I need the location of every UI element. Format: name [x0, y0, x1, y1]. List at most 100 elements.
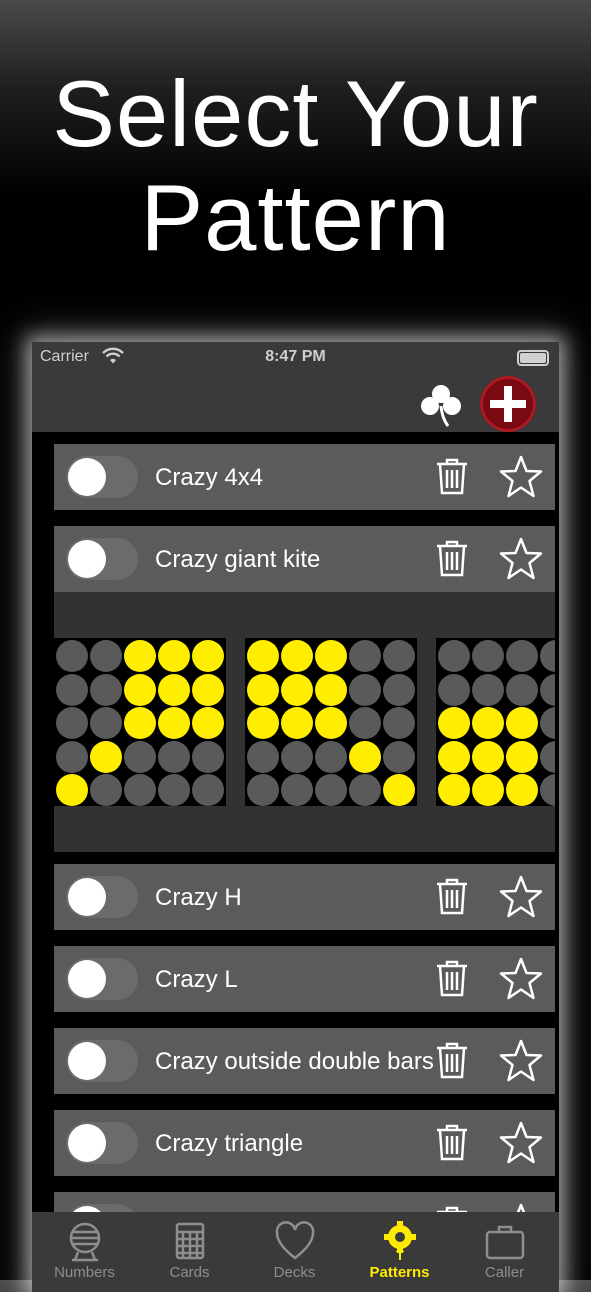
pattern-row[interactable]: Crazy giant kite	[54, 526, 555, 592]
tab-decks[interactable]: Decks	[242, 1212, 347, 1292]
tab-numbers[interactable]: Numbers	[32, 1212, 137, 1292]
unmarked-cell	[247, 740, 279, 773]
unmarked-cell	[383, 673, 415, 706]
marked-cell	[438, 740, 470, 773]
marked-cell	[315, 640, 347, 672]
trash-icon[interactable]	[434, 1040, 470, 1080]
marked-cell	[247, 640, 279, 672]
unmarked-cell	[349, 640, 381, 672]
unmarked-cell	[158, 740, 190, 773]
pattern-label: Crazy H	[155, 884, 242, 911]
pattern-toggle[interactable]	[66, 958, 138, 1000]
unmarked-cell	[540, 673, 555, 706]
tab-caller[interactable]: Caller	[452, 1212, 557, 1292]
star-icon[interactable]	[498, 1038, 544, 1084]
marked-cell	[506, 707, 538, 739]
marked-cell	[124, 640, 156, 672]
marked-cell	[438, 707, 470, 739]
clover-icon[interactable]	[418, 382, 464, 428]
unmarked-cell	[383, 740, 415, 773]
unmarked-cell	[540, 740, 555, 773]
bingo-cage-icon	[69, 1222, 101, 1262]
unmarked-cell	[472, 673, 504, 706]
pattern-toggle[interactable]	[66, 876, 138, 918]
star-icon[interactable]	[498, 874, 544, 920]
marked-cell	[506, 740, 538, 773]
trash-icon[interactable]	[434, 876, 470, 916]
pattern-label: Crazy 4x4	[155, 464, 264, 491]
unmarked-cell	[124, 774, 156, 806]
trash-icon[interactable]	[434, 958, 470, 998]
unmarked-cell	[192, 774, 224, 806]
marked-cell	[315, 707, 347, 739]
unmarked-cell	[56, 640, 88, 672]
unmarked-cell	[56, 673, 88, 706]
unmarked-cell	[90, 673, 122, 706]
pattern-label: Crazy giant kite	[155, 546, 321, 573]
headline-line-2: Pattern	[140, 165, 451, 270]
star-icon[interactable]	[498, 1120, 544, 1166]
pattern-toggle[interactable]	[66, 538, 138, 580]
phone-screen: Carrier 8:47 PM Crazy 4x4 Crazy giant ki…	[32, 342, 559, 1292]
add-pattern-button[interactable]	[480, 376, 536, 432]
heart-icon	[275, 1221, 315, 1260]
marked-cell	[472, 774, 504, 806]
pattern-row[interactable]: Crazy triangle	[54, 1110, 555, 1176]
trash-icon[interactable]	[434, 538, 470, 578]
unmarked-cell	[315, 740, 347, 773]
marked-cell	[281, 707, 313, 739]
pattern-label: Crazy outside double bars	[155, 1048, 434, 1075]
star-icon[interactable]	[498, 454, 544, 500]
marked-cell	[192, 640, 224, 672]
pattern-toggle[interactable]	[66, 1122, 138, 1164]
unmarked-cell	[438, 640, 470, 672]
marked-cell	[383, 774, 415, 806]
unmarked-cell	[540, 707, 555, 739]
star-icon[interactable]	[498, 536, 544, 582]
trash-icon[interactable]	[434, 456, 470, 496]
marked-cell	[158, 707, 190, 739]
marked-cell	[281, 640, 313, 672]
preview-card	[245, 638, 417, 806]
pattern-row[interactable]: Crazy L	[54, 946, 555, 1012]
status-time: 8:47 PM	[265, 348, 326, 365]
gear-pattern-icon	[384, 1221, 416, 1260]
nav-bar	[32, 374, 559, 432]
unmarked-cell	[315, 774, 347, 806]
card-grid-icon	[175, 1222, 205, 1260]
unmarked-cell	[56, 707, 88, 739]
tab-label: Decks	[273, 1264, 316, 1281]
marked-cell	[349, 740, 381, 773]
preview-card	[54, 638, 226, 806]
pattern-preview	[54, 592, 555, 852]
pattern-row[interactable]: Crazy H	[54, 864, 555, 930]
tab-patterns[interactable]: Patterns	[347, 1212, 452, 1292]
marked-cell	[192, 673, 224, 706]
unmarked-cell	[349, 707, 381, 739]
unmarked-cell	[383, 640, 415, 672]
battery-icon	[517, 350, 549, 366]
tab-label: Numbers	[54, 1264, 115, 1281]
tab-label: Caller	[484, 1264, 525, 1281]
pattern-toggle[interactable]	[66, 1040, 138, 1082]
pattern-toggle[interactable]	[66, 456, 138, 498]
unmarked-cell	[349, 673, 381, 706]
star-icon[interactable]	[498, 956, 544, 1002]
marked-cell	[438, 774, 470, 806]
marked-cell	[56, 774, 88, 806]
pattern-row[interactable]: Crazy 4x4	[54, 444, 555, 510]
unmarked-cell	[192, 740, 224, 773]
status-bar: Carrier 8:47 PM	[32, 342, 559, 374]
marked-cell	[315, 673, 347, 706]
marked-cell	[90, 740, 122, 773]
tab-label: Patterns	[369, 1264, 430, 1281]
marked-cell	[281, 673, 313, 706]
unmarked-cell	[247, 774, 279, 806]
tab-bar: Numbers Cards Decks Patterns Caller	[32, 1212, 559, 1292]
marked-cell	[158, 673, 190, 706]
tab-cards[interactable]: Cards	[137, 1212, 242, 1292]
pattern-row[interactable]: Crazy outside double bars	[54, 1028, 555, 1094]
trash-icon[interactable]	[434, 1122, 470, 1162]
marked-cell	[158, 640, 190, 672]
unmarked-cell	[349, 774, 381, 806]
